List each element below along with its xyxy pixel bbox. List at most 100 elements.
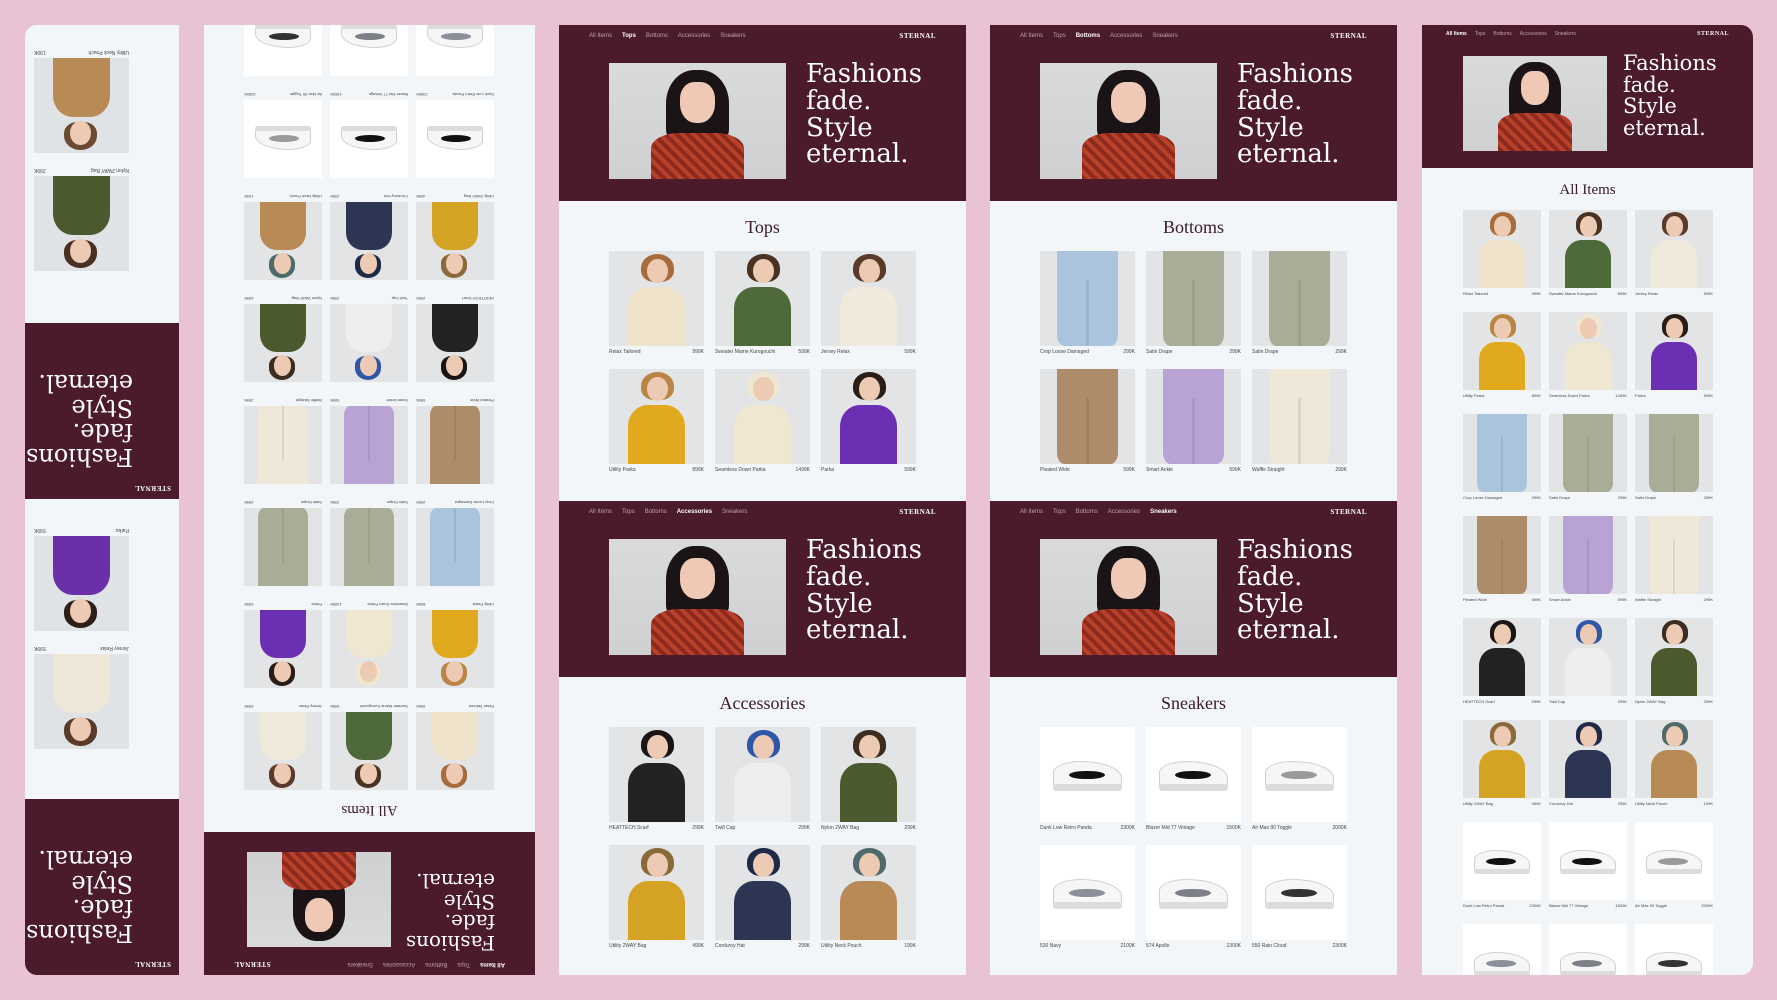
brand-logo[interactable]: STERNAL — [1330, 508, 1367, 516]
product-image[interactable] — [244, 712, 322, 790]
product-image[interactable] — [821, 369, 916, 464]
product-card[interactable]: Sweater Mame Kurogouchi 599K — [330, 704, 408, 790]
product-image[interactable] — [1463, 210, 1541, 288]
product-image[interactable] — [330, 25, 408, 76]
nav-bottoms[interactable]: Bottoms — [646, 33, 668, 39]
product-card[interactable]: Satin Drape 299K — [1549, 414, 1627, 500]
nav-accessories[interactable]: Accessories — [1110, 33, 1142, 39]
product-card[interactable]: Utility 2WAY Bag 499K — [1463, 720, 1541, 806]
product-image[interactable] — [416, 508, 494, 586]
nav-bottoms[interactable]: Bottoms — [1076, 33, 1100, 39]
product-image[interactable] — [1549, 516, 1627, 594]
product-image[interactable] — [1549, 210, 1627, 288]
nav-all-items[interactable]: All Items — [1446, 31, 1467, 37]
product-image[interactable] — [715, 845, 810, 940]
product-image[interactable] — [609, 369, 704, 464]
nav-all-items[interactable]: All Items — [1020, 509, 1043, 515]
product-image[interactable] — [1549, 822, 1627, 900]
product-image[interactable] — [715, 369, 810, 464]
product-image[interactable] — [609, 845, 704, 940]
product-card[interactable]: Nylon 2WAY Bag 299K — [244, 296, 322, 382]
product-image[interactable] — [1635, 414, 1713, 492]
nav-accessories[interactable]: Accessories — [677, 509, 712, 515]
product-card[interactable]: Nylon 2WAY Bag 299K — [34, 167, 129, 271]
product-card[interactable]: 574 Apollo1300K — [1549, 924, 1627, 975]
product-card[interactable]: Dunk Low Retro Panda 2300K — [1040, 727, 1135, 831]
product-image[interactable] — [1463, 720, 1541, 798]
product-image[interactable] — [34, 176, 129, 271]
product-image[interactable] — [1146, 845, 1241, 940]
product-image[interactable] — [244, 610, 322, 688]
product-image[interactable] — [330, 202, 408, 280]
product-card[interactable]: Pleated Wide 599K — [416, 398, 494, 484]
nav-tops[interactable]: Tops — [457, 961, 470, 967]
product-card[interactable]: Parka 599K — [34, 527, 129, 631]
product-image[interactable] — [1463, 822, 1541, 900]
product-image[interactable] — [1635, 618, 1713, 696]
product-card[interactable]: Crop Loose Damaged 299K — [1463, 414, 1541, 500]
nav-tops[interactable]: Tops — [622, 509, 635, 515]
product-card[interactable]: Nylon 2WAY Bag 299K — [1635, 618, 1713, 704]
nav-all-items[interactable]: All Items — [480, 961, 505, 967]
product-image[interactable] — [821, 251, 916, 346]
product-image[interactable] — [1463, 414, 1541, 492]
product-image[interactable] — [34, 536, 129, 631]
product-image[interactable] — [416, 712, 494, 790]
product-card[interactable]: HEATTECH Scarf 299K — [416, 296, 494, 382]
product-card[interactable]: Satin Drape 299K — [1146, 251, 1241, 355]
nav-bottoms[interactable]: Bottoms — [1493, 31, 1511, 37]
product-image[interactable] — [1146, 369, 1241, 464]
product-image[interactable] — [244, 25, 322, 76]
product-card[interactable]: Crop Loose Damaged 299K — [1040, 251, 1135, 355]
product-image[interactable] — [1635, 822, 1713, 900]
product-card[interactable]: Sweater Mame Kurogouchi 599K — [1549, 210, 1627, 296]
product-card[interactable]: Parka 599K — [1635, 312, 1713, 398]
product-image[interactable] — [1635, 720, 1713, 798]
nav-tops[interactable]: Tops — [1053, 509, 1066, 515]
product-image[interactable] — [1252, 369, 1347, 464]
product-card[interactable]: Waffle Straight 299K — [1635, 516, 1713, 602]
product-image[interactable] — [1463, 618, 1541, 696]
product-card[interactable]: Utility Neck Pouch 199K — [821, 845, 916, 949]
product-card[interactable]: Smart Ankle 599K — [330, 398, 408, 484]
product-card[interactable]: Smart Ankle 599K — [1549, 516, 1627, 602]
nav-tops[interactable]: Tops — [1475, 31, 1486, 37]
product-image[interactable] — [1040, 369, 1135, 464]
product-image[interactable] — [1549, 924, 1627, 975]
product-image[interactable] — [715, 251, 810, 346]
product-card[interactable]: Nylon 2WAY Bag 299K — [821, 727, 916, 831]
product-image[interactable] — [244, 100, 322, 178]
product-card[interactable]: Relax Tailored 999K — [1463, 210, 1541, 296]
product-card[interactable]: Parka 599K — [821, 369, 916, 473]
product-card[interactable]: Jersey Relax 599K — [244, 704, 322, 790]
product-card[interactable]: Blazer Mid 77 Vintage 1500K — [1146, 727, 1241, 831]
product-card[interactable]: Corduroy Hat 299K — [330, 194, 408, 280]
nav-accessories[interactable]: Accessories — [1108, 509, 1140, 515]
product-card[interactable]: Dunk Low Retro Panda 2300K — [1463, 822, 1541, 908]
nav-all-items[interactable]: All Items — [1020, 33, 1043, 39]
product-card[interactable]: Twill Cap 299K — [330, 296, 408, 382]
product-image[interactable] — [416, 100, 494, 178]
nav-sneakers[interactable]: Sneakers — [1150, 509, 1177, 515]
product-card[interactable]: HEATTECH Scarf 299K — [1463, 618, 1541, 704]
product-image[interactable] — [821, 727, 916, 822]
product-image[interactable] — [1549, 414, 1627, 492]
product-image[interactable] — [244, 202, 322, 280]
product-card[interactable]: Sweater Mame Kurogouchi 599K — [715, 251, 810, 355]
nav-bottoms[interactable]: Bottoms — [425, 961, 447, 967]
product-image[interactable] — [1146, 251, 1241, 346]
product-image[interactable] — [34, 654, 129, 749]
product-card[interactable]: Jersey Relax 599K — [1635, 210, 1713, 296]
product-image[interactable] — [1549, 720, 1627, 798]
product-card[interactable]: 530 Navy2100K — [1463, 924, 1541, 975]
brand-logo[interactable]: STERNAL — [1697, 31, 1729, 37]
nav-tops[interactable]: Tops — [622, 33, 636, 39]
product-card[interactable]: Pleated Wide 599K — [1040, 369, 1135, 473]
product-image[interactable] — [609, 727, 704, 822]
product-image[interactable] — [244, 304, 322, 382]
nav-tops[interactable]: Tops — [1053, 33, 1066, 39]
nav-accessories[interactable]: Accessories — [678, 33, 710, 39]
product-image[interactable] — [330, 712, 408, 790]
nav-sneakers[interactable]: Sneakers — [722, 509, 747, 515]
product-card[interactable]: Dunk Low Retro Panda 2300K — [416, 92, 494, 178]
